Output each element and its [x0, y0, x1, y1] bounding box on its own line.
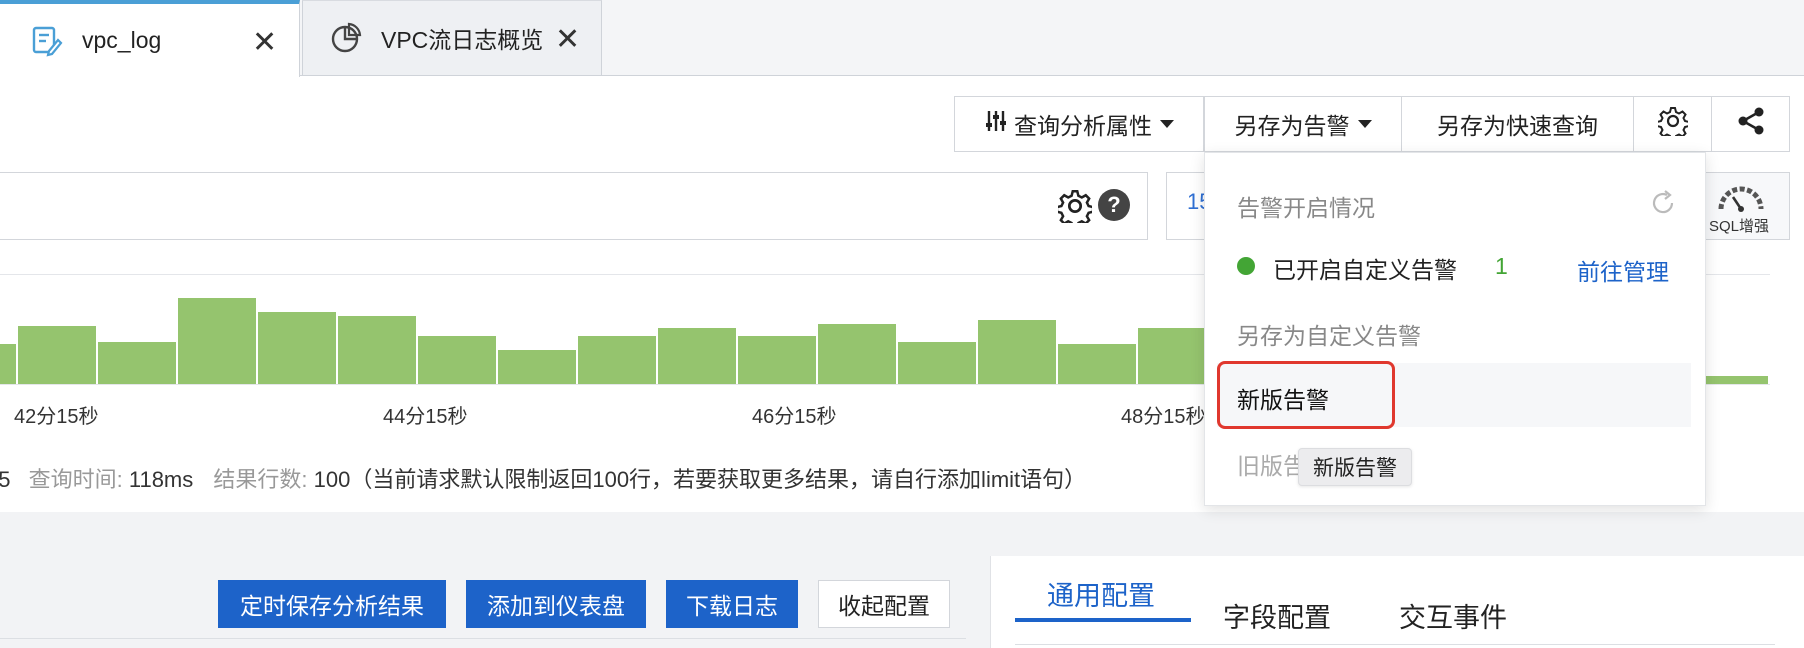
settings-button[interactable]	[1633, 96, 1712, 152]
save-quick-query-label: 另存为快速查询	[1437, 113, 1598, 139]
save-as-alert-label: 另存为告警	[1234, 113, 1350, 139]
histogram-bar[interactable]	[1706, 376, 1768, 384]
chevron-down-icon	[1160, 120, 1174, 128]
dashboard-pie-icon	[329, 21, 363, 55]
active-tab-indicator	[1015, 618, 1191, 622]
add-to-dashboard-button[interactable]: 添加到仪表盘	[466, 580, 646, 628]
gear-icon	[1655, 106, 1690, 142]
log-count: 35	[0, 467, 11, 492]
save-as-alert-button[interactable]: 另存为告警	[1204, 96, 1402, 152]
sql-enhance-label: SQL增强	[1709, 218, 1770, 235]
query-time-value: 118ms	[128, 467, 194, 492]
tab-bar: vpc_log ✕ VPC流日志概览 ✕	[0, 0, 1804, 77]
histogram-bar[interactable]	[178, 298, 256, 384]
query-properties-button[interactable]: 查询分析属性	[954, 96, 1204, 152]
tab-vpc-overview[interactable]: VPC流日志概览 ✕	[302, 0, 602, 76]
x-tick-label: 48分15秒	[1121, 406, 1206, 428]
config-panel: 通用配置 字段配置 交互事件	[990, 556, 1804, 648]
tab-vpc-log[interactable]: vpc_log ✕	[0, 0, 300, 77]
histogram-bar[interactable]	[898, 342, 976, 384]
refresh-icon[interactable]	[1649, 189, 1677, 222]
query-input[interactable]: ?	[0, 172, 1148, 240]
enabled-alert-count: 1	[1495, 253, 1508, 279]
histogram-bar[interactable]	[418, 336, 496, 384]
x-tick-label: 42分15秒	[14, 406, 99, 428]
save-alert-dropdown: 告警开启情况 已开启自定义告警 1 前往管理 另存为自定义告警 新版告警 旧版告…	[1204, 152, 1706, 506]
highlight-box	[1217, 361, 1395, 429]
chevron-down-icon	[1357, 120, 1372, 128]
save-custom-alert-header: 另存为自定义告警	[1237, 323, 1421, 349]
rows-value: 100（当前请求默认限制返回100行，若要获取更多结果，请自行添加limit语句…	[313, 467, 1087, 492]
query-properties-label: 查询分析属性	[1014, 113, 1152, 139]
histogram-bar[interactable]	[578, 336, 656, 384]
histogram-bar[interactable]	[98, 342, 176, 384]
tab-general-config[interactable]: 通用配置	[1047, 574, 1155, 613]
histogram-bar[interactable]	[498, 350, 576, 384]
alert-status-header: 告警开启情况	[1237, 195, 1375, 221]
tab-label: vpc_log	[82, 27, 162, 53]
tooltip: 新版告警	[1298, 448, 1412, 486]
histogram-bar[interactable]	[338, 316, 416, 384]
x-tick-label: 46分15秒	[752, 406, 837, 428]
rows-key: 结果行数:	[213, 467, 308, 492]
query-status: 35 查询时间: 118ms 结果行数: 100（当前请求默认限制返回100行，…	[0, 462, 1086, 494]
share-icon	[1736, 106, 1766, 142]
sliders-icon	[984, 109, 1008, 139]
divider	[0, 638, 966, 639]
manage-alerts-link[interactable]: 前往管理	[1577, 253, 1669, 287]
histogram-bar[interactable]	[738, 336, 816, 384]
histogram-bar[interactable]	[0, 344, 16, 384]
histogram-bar[interactable]	[658, 328, 736, 384]
close-icon[interactable]: ✕	[555, 25, 580, 55]
histogram-bar[interactable]	[978, 320, 1056, 384]
query-settings-icon[interactable]	[1055, 189, 1095, 229]
histogram-bar[interactable]	[818, 324, 896, 384]
x-tick-label: 44分15秒	[383, 406, 468, 428]
tab-interaction-events[interactable]: 交互事件	[1399, 596, 1507, 635]
histogram-bar[interactable]	[258, 312, 336, 384]
logstore-icon	[30, 24, 64, 58]
divider	[1015, 644, 1775, 645]
tab-field-config[interactable]: 字段配置	[1223, 596, 1331, 635]
enabled-status-dot	[1237, 257, 1255, 275]
histogram-bar[interactable]	[18, 326, 96, 384]
speedometer-icon	[1715, 179, 1767, 218]
close-icon[interactable]: ✕	[252, 28, 277, 58]
download-log-button[interactable]: 下载日志	[666, 580, 798, 628]
schedule-save-button[interactable]: 定时保存分析结果	[218, 580, 446, 628]
enabled-alert-label: 已开启自定义告警	[1273, 257, 1457, 283]
histogram-bar[interactable]	[1058, 344, 1136, 384]
help-icon[interactable]: ?	[1098, 189, 1130, 221]
share-button[interactable]	[1711, 96, 1790, 152]
collapse-config-button[interactable]: 收起配置	[818, 580, 950, 628]
save-quick-query-button[interactable]: 另存为快速查询	[1401, 96, 1634, 152]
tab-label: VPC流日志概览	[381, 27, 544, 53]
query-time-key: 查询时间:	[28, 467, 123, 492]
